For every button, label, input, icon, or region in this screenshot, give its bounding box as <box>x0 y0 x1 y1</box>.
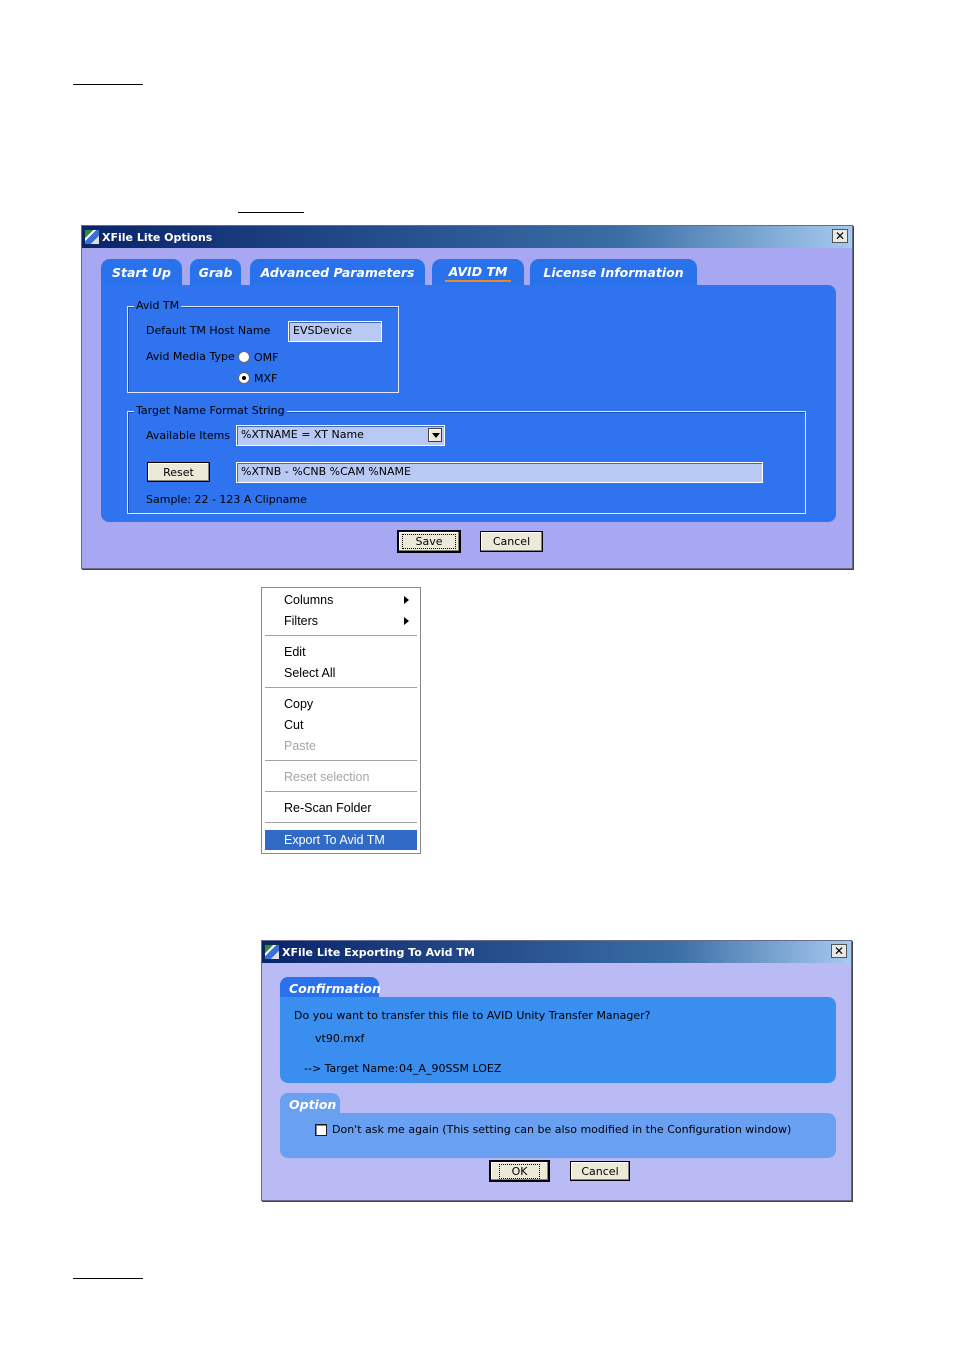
tab-label: Grab <box>198 265 233 280</box>
available-items-select[interactable]: %XTNAME = XT Name <box>236 425 445 446</box>
option-title: Option <box>289 1096 337 1112</box>
menu-separator <box>265 635 417 637</box>
options-titlebar[interactable]: XFile Lite Options ✕ <box>82 226 852 248</box>
caption-rule <box>238 212 304 213</box>
chevron-down-icon[interactable] <box>428 428 442 442</box>
menu-item-select-all[interactable]: Select All <box>265 663 417 683</box>
host-name-label: Default TM Host Name <box>146 324 271 337</box>
submenu-arrow-icon <box>404 596 409 604</box>
menu-separator <box>265 791 417 793</box>
header-rule <box>73 84 143 85</box>
context-menu: Columns Filters Edit Select All Copy Cut… <box>261 587 421 854</box>
tab-label: Start Up <box>111 265 171 280</box>
media-type-label: Avid Media Type <box>146 350 235 363</box>
save-button-label: Save <box>402 534 456 549</box>
menu-item-filters[interactable]: Filters <box>265 611 417 631</box>
menu-separator <box>265 822 417 824</box>
menu-item-reset-selection: Reset selection <box>284 770 370 784</box>
close-icon[interactable]: ✕ <box>831 944 847 958</box>
menu-item-label: Columns <box>284 593 334 607</box>
confirmation-question: Do you want to transfer this file to AVI… <box>294 1009 651 1022</box>
confirmation-tab: Confirmation <box>280 977 381 999</box>
menu-item-edit[interactable]: Edit <box>265 642 417 662</box>
menu-item-rescan-folder[interactable]: Re-Scan Folder <box>265 798 417 818</box>
export-dialog: XFile Lite Exporting To Avid TM ✕ Confir… <box>261 940 852 1201</box>
menu-item-paste: Paste <box>284 739 316 753</box>
menu-item-cut[interactable]: Cut <box>265 715 417 735</box>
export-cancel-button[interactable]: Cancel <box>570 1161 630 1181</box>
host-name-input[interactable]: EVSDevice <box>288 321 382 342</box>
close-icon[interactable]: ✕ <box>832 229 848 243</box>
avid-tm-panel: Avid TM Default TM Host Name EVSDevice A… <box>101 285 836 522</box>
confirmation-title: Confirmation <box>289 980 381 996</box>
option-tab: Option <box>280 1093 340 1115</box>
tab-label: License Information <box>543 265 684 280</box>
tab-avid-tm[interactable]: AVID TM <box>432 259 524 286</box>
menu-item-columns[interactable]: Columns <box>265 590 417 610</box>
target-name-value: 04_A_90SSM LOEZ <box>399 1062 502 1075</box>
export-dialog-title: XFile Lite Exporting To Avid TM <box>282 945 475 959</box>
dont-ask-label: Don't ask me again (This setting can be … <box>332 1123 792 1136</box>
reset-button[interactable]: Reset <box>147 462 210 482</box>
avid-tm-legend: Avid TM <box>134 299 182 312</box>
submenu-arrow-icon <box>404 617 409 625</box>
mxf-radio[interactable] <box>238 372 250 384</box>
sample-text: Sample: 22 - 123 A Clipname <box>146 493 307 506</box>
cancel-button[interactable]: Cancel <box>480 531 543 552</box>
menu-separator <box>265 760 417 762</box>
target-format-group: Target Name Format String Available Item… <box>127 405 806 514</box>
option-panel: Don't ask me again (This setting can be … <box>280 1113 836 1158</box>
avid-tm-group: Avid TM Default TM Host Name EVSDevice A… <box>127 300 399 393</box>
ok-button[interactable]: OK <box>489 1160 550 1182</box>
omf-radio[interactable] <box>238 351 250 363</box>
mxf-label: MXF <box>254 372 278 385</box>
options-window: XFile Lite Options ✕ Start Up Grab Advan… <box>81 225 853 569</box>
tab-label: AVID TM <box>444 264 512 282</box>
available-items-value: %XTNAME = XT Name <box>241 428 364 441</box>
save-button[interactable]: Save <box>397 530 461 553</box>
footer-rule <box>73 1278 143 1279</box>
ok-button-label: OK <box>498 1163 541 1179</box>
menu-item-copy[interactable]: Copy <box>265 694 417 714</box>
menu-separator <box>265 687 417 689</box>
menu-item-label: Filters <box>284 614 319 628</box>
target-format-legend: Target Name Format String <box>134 404 287 417</box>
tab-advanced-parameters[interactable]: Advanced Parameters <box>250 259 425 286</box>
tab-start-up[interactable]: Start Up <box>101 259 182 286</box>
app-icon <box>84 229 100 245</box>
available-items-label: Available Items <box>146 429 231 442</box>
tab-grab[interactable]: Grab <box>190 259 241 286</box>
confirmation-panel: Do you want to transfer this file to AVI… <box>280 997 836 1083</box>
dont-ask-checkbox[interactable] <box>315 1124 327 1136</box>
format-string-input[interactable]: %XTNB - %CNB %CAM %NAME <box>236 462 763 483</box>
file-name: vt90.mxf <box>315 1032 365 1045</box>
options-window-title: XFile Lite Options <box>102 230 213 244</box>
menu-item-export-to-avid-tm[interactable]: Export To Avid TM <box>265 830 417 850</box>
tab-license-information[interactable]: License Information <box>530 259 697 286</box>
app-icon <box>264 944 280 960</box>
export-titlebar[interactable]: XFile Lite Exporting To Avid TM ✕ <box>262 941 851 963</box>
tab-label: Advanced Parameters <box>260 265 415 280</box>
omf-label: OMF <box>254 351 279 364</box>
target-name-label: --> Target Name: <box>304 1062 399 1075</box>
